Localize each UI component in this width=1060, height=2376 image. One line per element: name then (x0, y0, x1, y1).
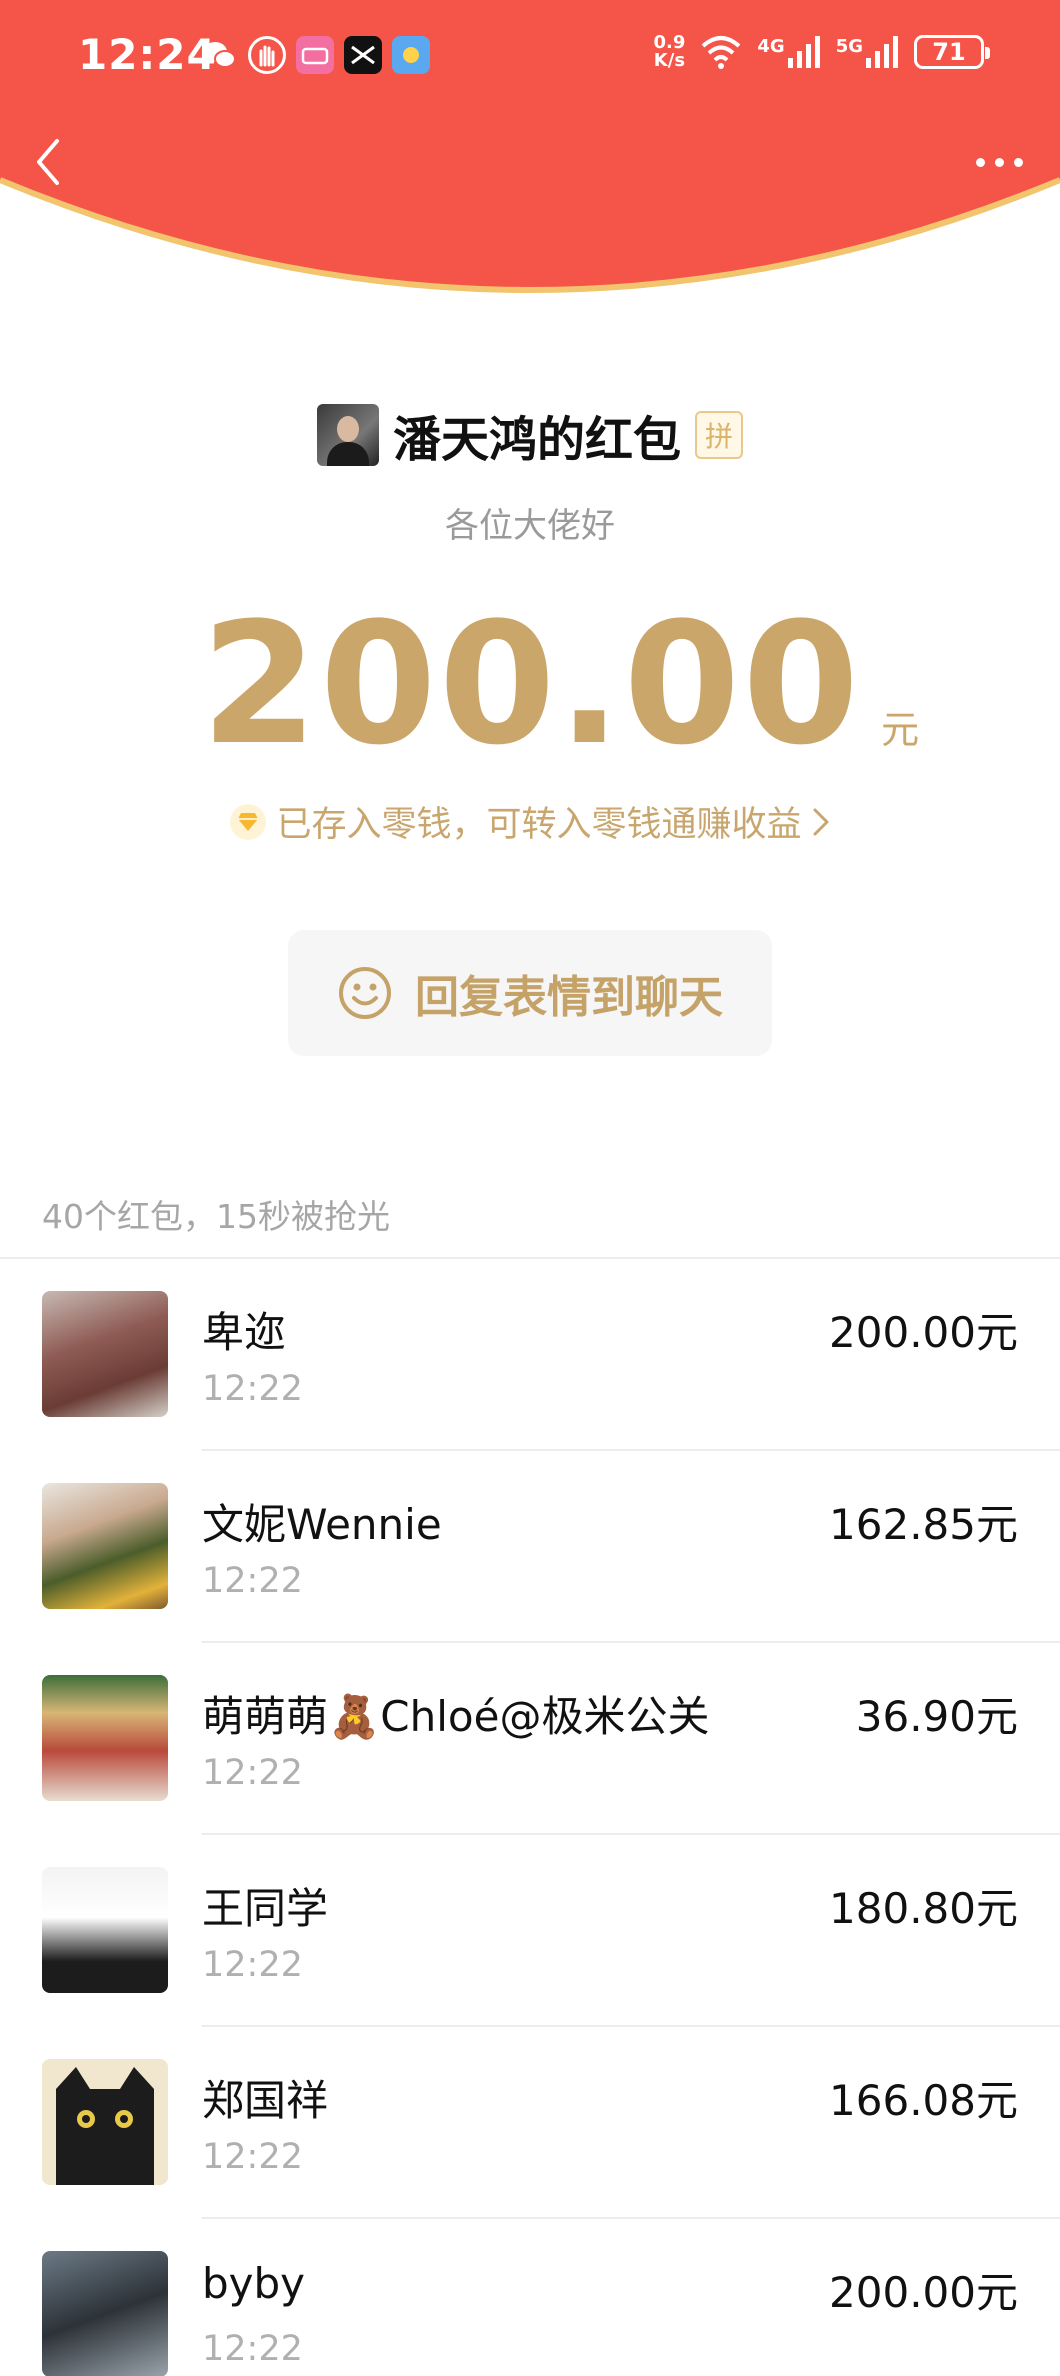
net-speed: 0.9 K/s (653, 34, 685, 70)
bilibili-icon (296, 36, 334, 74)
recipient-name: 文妮Wennie (202, 1500, 442, 1549)
signal-4g-icon: 4G (757, 36, 821, 68)
back-button[interactable] (26, 132, 70, 192)
receive-time: 12:22 (202, 2137, 303, 2177)
wechat-icon (200, 36, 238, 74)
list-item[interactable]: 王同学 12:22 180.80元 (0, 1835, 1060, 2027)
dot-icon (1013, 157, 1023, 167)
sender-avatar[interactable] (316, 404, 379, 466)
saved-to-balance-link[interactable]: 已存入零钱，可转入零钱通赚收益 (0, 796, 1060, 847)
reply-button-label: 回复表情到聊天 (415, 972, 723, 1023)
receive-time: 12:22 (202, 1945, 303, 1985)
packet-summary: 40个红包，15秒被抢光 (42, 1197, 390, 1236)
hand-icon (248, 36, 286, 74)
greeting-message: 各位大佬好 (445, 506, 615, 546)
more-options-button[interactable] (964, 140, 1034, 184)
recipient-amount: 180.80元 (829, 1884, 1018, 1933)
recipient-amount: 200.00元 (829, 1308, 1018, 1357)
system-icons: 0.9 K/s 4G 5G 71 (653, 34, 990, 70)
sender-title: 潘天鸿的红包 (392, 412, 681, 468)
receive-time: 12:22 (202, 1369, 303, 1409)
avatar[interactable] (42, 1483, 168, 1609)
list-item[interactable]: 卑迩 12:22 200.00元 (0, 1259, 1060, 1451)
signal-4g-label: 4G (757, 36, 785, 57)
amount-unit: 元 (881, 708, 920, 752)
x-app-icon (344, 36, 382, 74)
recipient-name: 卑迩 (202, 1308, 287, 1357)
signal-5g-icon: 5G (836, 36, 900, 68)
pin-badge: 拼 (695, 411, 743, 459)
chevron-right-icon (813, 808, 828, 835)
chevron-left-icon (37, 139, 59, 185)
recipient-name: byby (202, 2259, 306, 2308)
avatar[interactable] (42, 1675, 168, 1801)
recipient-amount: 166.08元 (829, 2076, 1018, 2125)
avatar[interactable] (42, 2251, 168, 2376)
dot-icon (994, 157, 1004, 167)
diamond-icon (230, 803, 267, 840)
status-time: 12:24 (78, 30, 217, 79)
net-speed-unit: K/s (653, 50, 686, 71)
recipient-name: 萌萌萌🧸Chloé@极米公关 (202, 1692, 710, 1741)
receive-time: 12:22 (202, 1561, 303, 1601)
receive-time: 12:22 (202, 1753, 303, 1793)
avatar[interactable] (42, 1291, 168, 1417)
list-item[interactable]: 郑国祥 12:22 166.08元 (0, 2027, 1060, 2219)
list-item[interactable]: byby 12:22 200.00元 (0, 2219, 1060, 2376)
notification-icons (200, 36, 430, 74)
sender-info: 潘天鸿的红包 拼 (0, 400, 1060, 470)
battery-indicator: 71 (914, 35, 990, 69)
avatar[interactable] (42, 1867, 168, 1993)
avatar[interactable] (42, 2059, 168, 2185)
smiley-icon (339, 967, 391, 1019)
list-item[interactable]: 萌萌萌🧸Chloé@极米公关 12:22 36.90元 (0, 1643, 1060, 1835)
dot-icon (975, 157, 985, 167)
recipient-name: 郑国祥 (202, 2076, 329, 2125)
saved-note: 已存入零钱，可转入零钱通赚收益 (276, 805, 802, 845)
amount-value: 200.00 (200, 586, 862, 782)
recipient-amount: 200.00元 (829, 2268, 1018, 2317)
recipient-amount: 36.90元 (855, 1692, 1018, 1741)
recipient-name: 王同学 (202, 1884, 329, 1933)
signal-5g-label: 5G (835, 36, 863, 57)
weather-icon (392, 36, 430, 74)
receive-time: 12:22 (202, 2329, 303, 2369)
recipient-list: 卑迩 12:22 200.00元 文妮Wennie 12:22 162.85元 … (0, 1259, 1060, 2376)
battery-level: 71 (932, 38, 966, 66)
reply-sticker-button[interactable]: 回复表情到聊天 (288, 930, 772, 1056)
wifi-icon (702, 36, 741, 69)
received-amount: 200.00 元 (0, 600, 1060, 768)
status-bar: 12:24 0.9 K/s 4G 5G 71 (0, 0, 1060, 110)
list-item[interactable]: 文妮Wennie 12:22 162.85元 (0, 1451, 1060, 1643)
recipient-amount: 162.85元 (829, 1500, 1018, 1549)
black-cat-icon (56, 2067, 154, 2185)
